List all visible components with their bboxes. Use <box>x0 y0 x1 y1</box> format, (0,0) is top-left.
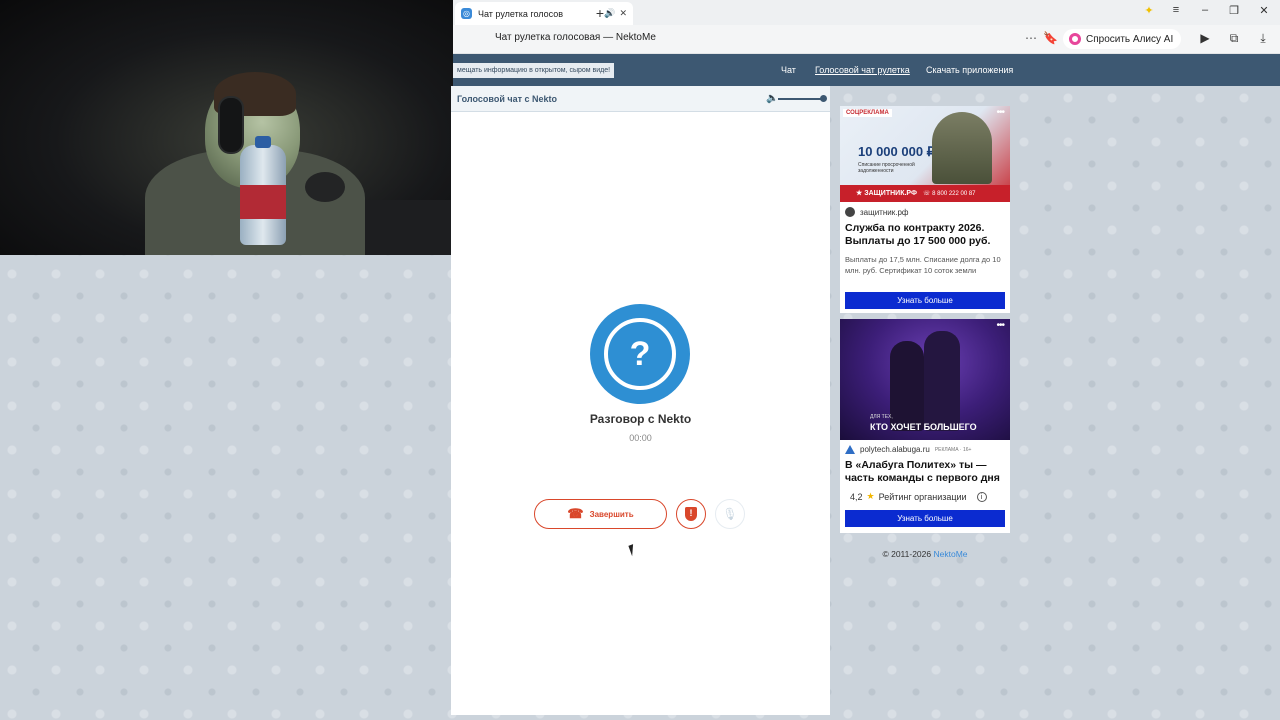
nav-link-chat[interactable]: Чат <box>781 65 796 75</box>
site-navigation: мещать информацию в открытом, сыром виде… <box>453 54 1280 86</box>
nav-link-voice-chat[interactable]: Голосовой чат рулетка <box>815 65 910 75</box>
webcam-bottle-cap <box>255 136 271 148</box>
ad-tag: СОЦРЕКЛАМА <box>843 109 892 117</box>
nav-link-download-apps[interactable]: Скачать приложения <box>926 65 1013 75</box>
ad-banner-brand-bar: ★ ЗАЩИТНИК.РФ ☏ 8 800 222 00 87 <box>840 185 1010 202</box>
ad-card-alabuga-polytech[interactable]: ДЛЯ ТЕХ, КТО ХОЧЕТ БОЛЬШЕГО ••• polytech… <box>840 319 1010 533</box>
ask-alice-label: Спросить Алису AI <box>1086 33 1174 45</box>
question-mark-icon: ? <box>604 318 676 390</box>
webcam-headset <box>218 96 244 154</box>
footer-copyright: © 2011-2026 <box>882 549 932 559</box>
hang-up-icon: ☎ <box>567 506 584 521</box>
ad-person-left <box>890 341 924 431</box>
ad-headline: Служба по контракту 2026. Выплаты до 17 … <box>845 222 991 247</box>
tab-title: Чат рулетка голосов <box>478 8 563 19</box>
webcam-microphone <box>305 172 345 202</box>
ad-source-label: polytech.alabuga.ru <box>860 445 930 454</box>
conversation-title: Разговор с Nekto <box>589 412 692 426</box>
browser-address-bar: Чат рулетка голосовая — NektoMe ⋯ 🔖 Спро… <box>453 25 1280 54</box>
ad-banner-image: СОЦРЕКЛАМА 10 000 000 ₽ Списание просроч… <box>840 106 1010 202</box>
webcam-preview <box>0 0 453 255</box>
browser-tab-bar: ◎ Чат рулетка голосов 🔊 ✕ + ✦ ≡ – ❐ ✕ <box>453 0 1280 25</box>
report-button[interactable]: ! <box>676 499 706 529</box>
ad-banner-phone: ☏ 8 800 222 00 87 <box>922 191 976 197</box>
ad-headline: В «Алабуга Политех» ты — часть команды с… <box>845 459 1000 484</box>
ad-more-icon[interactable]: ••• <box>996 107 1004 118</box>
minimize-icon[interactable]: – <box>1195 4 1215 16</box>
call-timer: 00:00 <box>629 433 652 443</box>
ad-banner-big-text: КТО ХОЧЕТ БОЛЬШЕГО <box>870 422 977 432</box>
ad-banner-subtext: Списание просроченной задолженности <box>858 162 915 174</box>
site-favicon-icon: ◎ <box>461 8 472 19</box>
star-icon: ★ <box>866 491 875 501</box>
ad-banner-brand: ★ ЗАЩИТНИК.РФ <box>856 190 917 197</box>
ad-card-contract-service[interactable]: СОЦРЕКЛАМА 10 000 000 ₽ Списание просроч… <box>840 106 1010 313</box>
ad-banner-image: ДЛЯ ТЕХ, КТО ХОЧЕТ БОЛЬШЕГО ••• <box>840 319 1010 440</box>
volume-slider-handle[interactable] <box>820 95 827 102</box>
theme-icon[interactable]: ✦ <box>1139 4 1159 17</box>
new-tab-button[interactable]: + <box>591 4 609 22</box>
ad-rating-value: 4,2 <box>850 491 863 502</box>
ask-alice-button[interactable]: Спросить Алису AI <box>1063 29 1182 49</box>
ad-source-icon <box>845 207 855 217</box>
info-icon[interactable]: i <box>976 491 987 502</box>
tab-close-icon[interactable]: ✕ <box>619 8 627 19</box>
ad-rating: 4,2 ★ Рейтинг организации i <box>850 491 987 502</box>
webcam-bottle-label <box>240 185 286 219</box>
ad-source-tag: РЕКЛАМА · 16+ <box>934 446 972 453</box>
ad-source-icon <box>845 445 855 454</box>
ad-rating-label: Рейтинг организации <box>878 491 967 502</box>
ad-source-label: защитник.рф <box>860 207 909 217</box>
volume-slider[interactable] <box>778 98 824 100</box>
shield-icon: ! <box>685 507 697 521</box>
voice-chat-panel: Голосовой чат с Nekto 🔈 ? Разговор с Nek… <box>451 86 830 715</box>
warning-notice: мещать информацию в открытом, сыром виде… <box>453 63 615 78</box>
close-window-icon[interactable]: ✕ <box>1254 4 1274 17</box>
download-icon[interactable]: ⤓ <box>1255 31 1271 46</box>
page-title-field[interactable]: Чат рулетка голосовая — NektoMe <box>495 32 656 43</box>
more-options-icon[interactable]: ⋯ <box>1025 31 1037 45</box>
chat-header: Голосовой чат с Nekto 🔈 <box>451 86 830 112</box>
volume-icon[interactable]: 🔈 <box>766 93 778 104</box>
bookmark-icon[interactable]: 🔖 <box>1043 31 1058 45</box>
ad-soldier-image <box>932 112 992 184</box>
ad-source: polytech.alabuga.ru РЕКЛАМА · 16+ <box>845 445 971 454</box>
alice-icon <box>1069 33 1081 45</box>
footer-link-nektome[interactable]: NektoMe <box>934 549 968 559</box>
ad-learn-more-button[interactable]: Узнать больше <box>845 510 1005 527</box>
microphone-button[interactable]: 🎙 <box>715 499 745 529</box>
ad-person-right <box>924 331 960 431</box>
collections-icon[interactable]: ⧉ <box>1226 31 1242 46</box>
ad-banner-amount: 10 000 000 ₽ <box>858 144 935 159</box>
ad-description: Выплаты до 17,5 млн. Списание долга до 1… <box>845 255 1001 275</box>
ad-more-icon[interactable]: ••• <box>996 320 1004 331</box>
restore-icon[interactable]: ❐ <box>1224 4 1244 17</box>
partner-avatar: ? <box>590 304 690 404</box>
end-call-button[interactable]: ☎ Завершить <box>534 499 667 529</box>
microphone-icon: 🎙 <box>722 507 738 521</box>
video-icon[interactable]: ▶ <box>1197 31 1213 45</box>
ad-source: защитник.рф <box>845 207 908 217</box>
end-call-label: Завершить <box>589 509 634 519</box>
ad-banner-small-text: ДЛЯ ТЕХ, <box>870 414 893 420</box>
site-footer: © 2011-2026 NektoMe <box>840 549 1010 559</box>
chat-header-title: Голосовой чат с Nekto <box>457 94 558 104</box>
menu-icon[interactable]: ≡ <box>1166 4 1186 16</box>
ad-learn-more-button[interactable]: Узнать больше <box>845 292 1005 309</box>
mouse-cursor-icon <box>628 542 641 557</box>
